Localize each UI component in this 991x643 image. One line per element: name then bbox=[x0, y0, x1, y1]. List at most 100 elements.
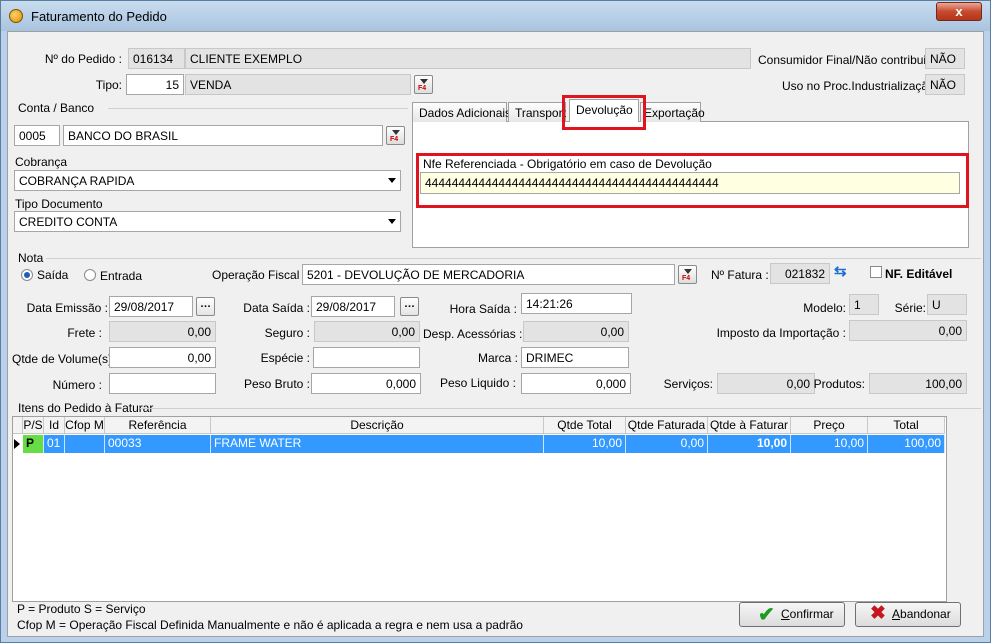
data-saida-input[interactable]: 29/08/2017 bbox=[311, 296, 395, 317]
legend-ps: P = Produto S = Serviço bbox=[17, 602, 146, 616]
nf-editavel-checkbox[interactable] bbox=[870, 266, 882, 278]
especie-input[interactable] bbox=[313, 347, 420, 368]
col-referencia[interactable]: Referência bbox=[105, 417, 211, 434]
saida-radio[interactable] bbox=[21, 269, 33, 281]
peso-liquido-label: Peso Liquido : bbox=[439, 376, 516, 390]
itens-group-label: Itens do Pedido à Faturar bbox=[18, 401, 154, 415]
data-emissao-label: Data Emissão : bbox=[26, 301, 108, 315]
cell-qtde-a-faturar[interactable]: 10,00 bbox=[708, 435, 791, 453]
tab-transport[interactable]: Transport bbox=[508, 102, 566, 122]
confirmar-button[interactable]: ✔ Confirmar bbox=[739, 602, 845, 627]
pedido-number: 016134 bbox=[128, 48, 185, 69]
col-total[interactable]: Total bbox=[868, 417, 945, 434]
itens-grid[interactable]: P/S Id Cfop M Referência Descrição Qtde … bbox=[12, 416, 947, 602]
col-qtde-total[interactable]: Qtde Total bbox=[544, 417, 626, 434]
col-preco[interactable]: Preço bbox=[791, 417, 868, 434]
highlight-tab-box bbox=[562, 95, 646, 130]
abandonar-label: bandonar bbox=[900, 607, 951, 621]
data-saida-label: Data Saída : bbox=[243, 301, 310, 315]
entrada-radio[interactable] bbox=[84, 269, 96, 281]
especie-label: Espécie : bbox=[260, 351, 310, 365]
pedido-label: Nº do Pedido : bbox=[44, 52, 122, 66]
tab-dados-adicionais[interactable]: Dados Adicionais bbox=[412, 102, 511, 122]
hora-saida-input[interactable]: 14:21:26 bbox=[521, 293, 632, 314]
tipo-lookup-icon[interactable]: F4 bbox=[414, 75, 433, 94]
cobranca-value: COBRANÇA RAPIDA bbox=[19, 174, 135, 188]
window-title: Faturamento do Pedido bbox=[31, 9, 167, 24]
servicos-value: 0,00 bbox=[717, 373, 815, 394]
frete-label: Frete : bbox=[67, 326, 102, 340]
desp-label: Desp. Acessórias : bbox=[423, 327, 523, 341]
uso-value: NÃO bbox=[925, 74, 965, 95]
serie-label: Série: bbox=[894, 301, 926, 315]
fatura-label: Nº Fatura : bbox=[711, 268, 769, 282]
peso-liquido-input[interactable]: 0,000 bbox=[521, 373, 631, 394]
date-picker-icon[interactable]: … bbox=[400, 297, 419, 316]
numero-input[interactable] bbox=[109, 373, 216, 394]
volume-label: Qtde de Volume(s) : bbox=[12, 352, 119, 366]
col-id[interactable]: Id bbox=[44, 417, 65, 434]
cliente-name: CLIENTE EXEMPLO bbox=[185, 48, 751, 69]
col-descricao[interactable]: Descrição bbox=[211, 417, 544, 434]
col-qtde-faturada[interactable]: Qtde Faturada bbox=[626, 417, 708, 434]
tipo-code-input[interactable]: 15 bbox=[126, 74, 184, 95]
cell-id: 01 bbox=[44, 435, 65, 453]
consumidor-value: NÃO bbox=[925, 48, 965, 69]
cobranca-select[interactable]: COBRANÇA RAPIDA bbox=[14, 170, 401, 191]
abandonar-label-underlined: A bbox=[892, 607, 901, 621]
cell-preco: 10,00 bbox=[791, 435, 868, 453]
frete-value: 0,00 bbox=[109, 321, 216, 342]
entrada-label: Entrada bbox=[100, 269, 143, 283]
col-cfop[interactable]: Cfop M bbox=[65, 417, 105, 434]
refresh-icon[interactable]: ⇆ bbox=[834, 264, 850, 280]
col-ps[interactable]: P/S bbox=[23, 417, 44, 434]
marca-input[interactable]: DRIMEC bbox=[521, 347, 629, 368]
data-emissao-input[interactable]: 29/08/2017 bbox=[109, 296, 193, 317]
conta-name-field[interactable]: BANCO DO BRASIL bbox=[63, 125, 383, 146]
conta-lookup-icon[interactable]: F4 bbox=[386, 126, 405, 145]
nota-group-label: Nota bbox=[18, 251, 44, 265]
title-bar[interactable]: Faturamento do Pedido x bbox=[1, 1, 990, 31]
nf-editavel-label: NF. Editável bbox=[885, 267, 953, 281]
cell-total: 100,00 bbox=[868, 435, 945, 453]
seguro-value: 0,00 bbox=[314, 321, 420, 342]
tipo-doc-value: CREDITO CONTA bbox=[19, 215, 118, 229]
servicos-label: Serviços: bbox=[663, 377, 713, 391]
row-pointer-icon bbox=[14, 439, 20, 449]
cell-descricao: FRAME WATER bbox=[211, 435, 544, 453]
produtos-value: 100,00 bbox=[869, 373, 967, 394]
desp-value: 0,00 bbox=[523, 321, 629, 342]
legend-cfop: Cfop M = Operação Fiscal Definida Manual… bbox=[17, 618, 523, 632]
tipo-doc-select[interactable]: CREDITO CONTA bbox=[14, 211, 401, 232]
peso-bruto-input[interactable]: 0,000 bbox=[311, 373, 421, 394]
highlight-nfe-box bbox=[416, 153, 969, 208]
app-icon bbox=[9, 9, 23, 23]
fatura-value: 021832 bbox=[770, 263, 830, 284]
peso-bruto-label: Peso Bruto : bbox=[243, 377, 310, 391]
cell-qtde-faturada: 0,00 bbox=[626, 435, 708, 453]
col-qtde-a-faturar[interactable]: Qtde à Faturar bbox=[708, 417, 791, 434]
operacao-field[interactable]: 5201 - DEVOLUÇÃO DE MERCADORIA bbox=[302, 264, 675, 285]
modelo-value: 1 bbox=[849, 294, 879, 315]
conta-group-label: Conta / Banco bbox=[18, 101, 95, 115]
main-window: Faturamento do Pedido x Nº do Pedido : 0… bbox=[0, 0, 991, 643]
tab-exportacao[interactable]: Exportação bbox=[640, 102, 705, 122]
confirmar-label: onfirmar bbox=[789, 607, 834, 621]
volume-input[interactable]: 0,00 bbox=[109, 347, 216, 368]
imposto-label: Imposto da Importação : bbox=[716, 326, 846, 340]
abandonar-button[interactable]: ✖ Abandonar bbox=[855, 602, 961, 627]
tipo-label: Tipo: bbox=[95, 78, 122, 92]
hora-saida-label: Hora Saída : bbox=[449, 302, 517, 316]
operacao-lookup-icon[interactable]: F4 bbox=[678, 265, 697, 284]
conta-code-input[interactable]: 0005 bbox=[14, 125, 60, 146]
date-picker-icon[interactable]: … bbox=[196, 297, 215, 316]
uso-label: Uso no Proc.Industrialização: bbox=[782, 79, 939, 93]
cell-qtde-total: 10,00 bbox=[544, 435, 626, 453]
close-icon: ✖ bbox=[870, 603, 886, 624]
chevron-down-icon bbox=[388, 219, 396, 224]
numero-label: Número : bbox=[52, 378, 102, 392]
tipo-doc-label: Tipo Documento bbox=[15, 197, 103, 211]
saida-label: Saída bbox=[37, 268, 69, 282]
close-button[interactable]: x bbox=[936, 2, 982, 21]
serie-value: U bbox=[927, 294, 967, 315]
